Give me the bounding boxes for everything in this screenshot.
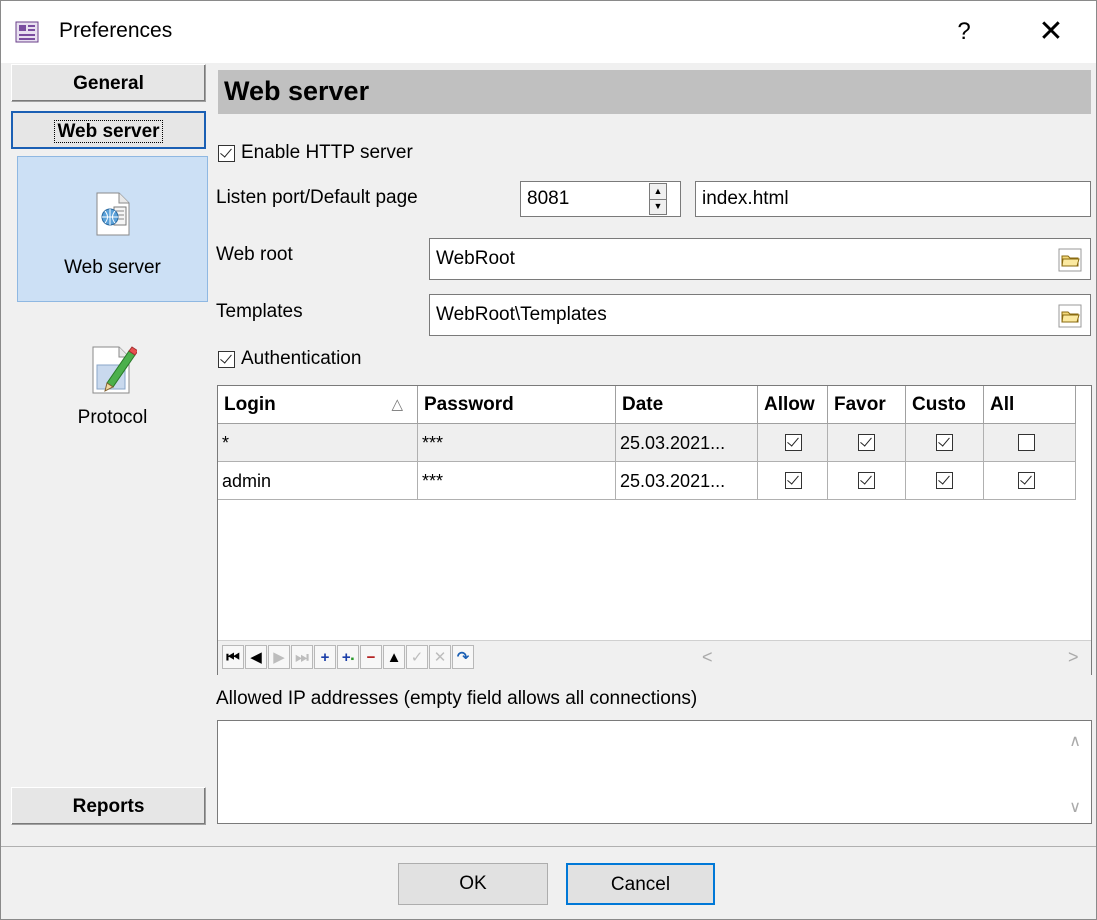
cell-favor[interactable] [828,424,906,462]
browse-folder-icon[interactable] [1058,248,1082,272]
templates-input[interactable]: WebRoot\Templates [429,294,1091,336]
all-checkbox[interactable] [1018,472,1035,489]
web-root-label: Web root [216,244,293,265]
post-edit-icon[interactable]: ✓ [406,645,428,669]
web-page-icon [96,192,129,236]
sidebar: General Web server Web server Protocol R… [11,63,208,833]
section-title: Web server [224,76,370,106]
column-login-label: Login [224,394,276,415]
port-spinner[interactable]: ▲ ▼ [649,183,667,215]
enable-http-label: Enable HTTP server [241,142,413,163]
ok-button[interactable]: OK [398,863,548,905]
custo-checkbox[interactable] [936,434,953,451]
group-reports-label: Reports [72,796,145,817]
web-root-value: WebRoot [436,248,515,269]
section-header: Web server [218,70,1091,114]
port-value: 8081 [527,188,570,209]
column-header-password[interactable]: Password [418,386,616,424]
edit-record-icon[interactable]: ▲ [383,645,405,669]
templates-value: WebRoot\Templates [436,304,607,325]
web-root-input[interactable]: WebRoot [429,238,1091,280]
sidebar-item-protocol[interactable]: Protocol [17,333,208,479]
first-record-icon[interactable]: ⏮ [222,645,244,669]
cell-custo[interactable] [906,462,984,500]
footer-divider [1,846,1096,847]
default-page-value: index.html [702,188,789,209]
cell-login[interactable]: * [218,424,418,462]
grid-navigator: ⏮ ◀ ▶ ⏭ + +▪ − ▲ ✓ ✕ ↷ < > [218,640,1091,675]
cell-password[interactable]: *** [418,424,616,462]
protocol-pencil-icon [92,346,137,394]
cell-all[interactable] [984,462,1076,500]
listen-port-label: Listen port/Default page [216,187,418,208]
cell-allow[interactable] [758,424,828,462]
allow-checkbox[interactable] [785,472,802,489]
cell-custo[interactable] [906,424,984,462]
sidebar-group-web-server[interactable]: Web server [11,111,206,149]
cancel-edit-icon[interactable]: ✕ [429,645,451,669]
scroll-right-icon[interactable]: > [1068,647,1079,668]
column-header-favor[interactable]: Favor [828,386,906,424]
column-header-date[interactable]: Date [616,386,758,424]
allow-checkbox[interactable] [785,434,802,451]
favor-checkbox[interactable] [858,472,875,489]
cell-password[interactable]: *** [418,462,616,500]
next-record-icon[interactable]: ▶ [268,645,290,669]
custo-checkbox[interactable] [936,472,953,489]
enable-http-checkbox[interactable] [218,145,235,162]
app-icon [15,21,39,43]
group-web-server-label: Web server [54,120,163,143]
prior-record-icon[interactable]: ◀ [245,645,267,669]
sidebar-item-web-server-label: Web server [64,257,161,278]
cell-allow[interactable] [758,462,828,500]
sidebar-item-protocol-label: Protocol [77,407,148,428]
sidebar-group-reports[interactable]: Reports [11,787,206,825]
scroll-down-icon[interactable]: ∨ [1069,797,1081,817]
window-title: Preferences [59,19,173,42]
allowed-ip-label: Allowed IP addresses (empty field allows… [216,688,698,709]
column-header-login[interactable]: Login △ [218,386,418,424]
column-header-allow[interactable]: Allow [758,386,828,424]
templates-label: Templates [216,301,303,322]
column-header-custo[interactable]: Custo [906,386,984,424]
preferences-window: Preferences ? ✕ General Web server Web s… [0,0,1097,920]
insert-record-icon[interactable]: + [314,645,336,669]
cell-favor[interactable] [828,462,906,500]
close-button[interactable]: ✕ [1031,13,1071,51]
default-page-input[interactable]: index.html [695,181,1091,217]
append-record-icon[interactable]: +▪ [337,645,359,669]
sidebar-group-general[interactable]: General [11,64,206,102]
authentication-label: Authentication [241,348,362,369]
group-general-label: General [73,73,144,94]
cell-all[interactable] [984,424,1076,462]
cancel-button[interactable]: Cancel [566,863,715,905]
delete-record-icon[interactable]: − [360,645,382,669]
scroll-left-icon[interactable]: < [702,647,713,668]
all-checkbox[interactable] [1018,434,1035,451]
cell-date[interactable]: 25.03.2021... [616,462,758,500]
spin-up-icon[interactable]: ▲ [650,184,666,200]
scroll-up-icon[interactable]: ∧ [1069,731,1081,751]
favor-checkbox[interactable] [858,434,875,451]
title-bar: Preferences ? ✕ [1,1,1096,63]
users-grid[interactable]: Login △ Password Date Allow Favor Custo A… [217,385,1092,675]
column-header-all[interactable]: All [984,386,1076,424]
browse-folder-icon[interactable] [1058,304,1082,328]
authentication-checkbox[interactable] [218,351,235,368]
refresh-data-icon[interactable]: ↷ [452,645,474,669]
spin-down-icon[interactable]: ▼ [650,199,666,214]
sort-ascending-icon: △ [391,396,403,413]
last-record-icon[interactable]: ⏭ [291,645,313,669]
sidebar-item-web-server[interactable]: Web server [17,156,208,302]
cell-date[interactable]: 25.03.2021... [616,424,758,462]
allowed-ip-textarea[interactable]: ∧ ∨ [217,720,1092,824]
port-input[interactable]: 8081 ▲ ▼ [520,181,681,217]
help-button[interactable]: ? [949,15,979,49]
cell-login[interactable]: admin [218,462,418,500]
